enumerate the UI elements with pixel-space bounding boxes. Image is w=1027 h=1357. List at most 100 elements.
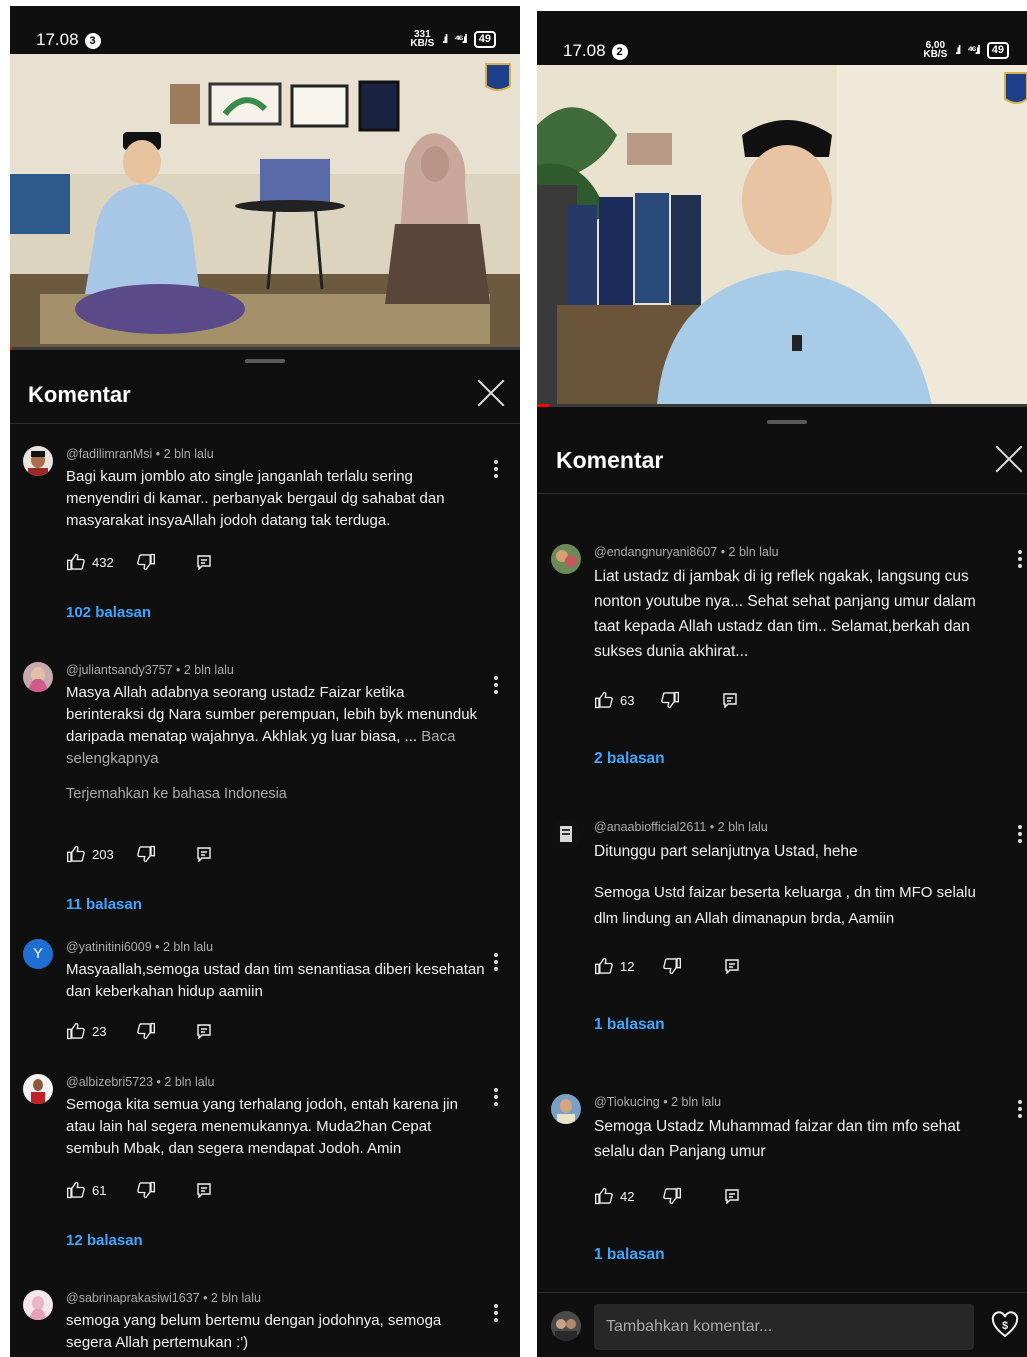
- reply-button[interactable]: [724, 958, 740, 974]
- comment-text-paragraph-2: Semoga Ustd faizar beserta keluarga , dn…: [594, 884, 976, 927]
- close-icon[interactable]: [477, 379, 505, 407]
- comment-author[interactable]: @sabrinaprakasiwi1637: [66, 1291, 200, 1305]
- replies-link[interactable]: 11 balasan: [66, 896, 486, 913]
- dislike-button[interactable]: [136, 844, 156, 864]
- like-icon: [67, 845, 85, 863]
- avatar: [551, 1311, 581, 1341]
- reply-button[interactable]: [722, 692, 738, 708]
- like-count: 432: [92, 554, 114, 570]
- comment-age: 2 bln lalu: [671, 1095, 722, 1109]
- more-vert-icon[interactable]: [1018, 1100, 1022, 1121]
- signal-4g-icon: ⁴⁶.ıl: [454, 32, 468, 46]
- signal-icon: .ıl: [955, 43, 961, 57]
- battery-icon: 49: [986, 41, 1009, 59]
- close-icon[interactable]: [995, 445, 1023, 473]
- replies-link[interactable]: 2 balasan: [594, 750, 999, 768]
- comment-author[interactable]: @fadilimranMsi: [66, 447, 152, 461]
- avatar[interactable]: [23, 1290, 53, 1320]
- like-button[interactable]: 42: [594, 1186, 634, 1206]
- dislike-icon: [663, 957, 682, 975]
- dislike-icon: [663, 1187, 682, 1205]
- comment-author[interactable]: @Tiokucing: [594, 1095, 660, 1109]
- drag-handle[interactable]: [767, 420, 807, 424]
- like-icon: [595, 1187, 613, 1205]
- like-button[interactable]: 203: [66, 844, 114, 864]
- translate-link[interactable]: Terjemahkan ke bahasa Indonesia: [66, 786, 486, 802]
- video-player[interactable]: [537, 65, 1027, 405]
- like-button[interactable]: 23: [66, 1021, 106, 1041]
- like-button[interactable]: 61: [66, 1180, 106, 1200]
- dislike-icon: [661, 691, 680, 709]
- avatar[interactable]: [551, 819, 581, 849]
- dislike-button[interactable]: [660, 690, 680, 710]
- add-comment-input[interactable]: Tambahkan komentar...: [594, 1304, 974, 1350]
- like-button[interactable]: 432: [66, 552, 114, 572]
- more-vert-icon[interactable]: [494, 1088, 498, 1109]
- reply-button[interactable]: [196, 1182, 212, 1198]
- status-time: 17.08: [36, 30, 79, 49]
- dislike-icon: [137, 1022, 156, 1040]
- comment-text: Ditunggu part selanjutnya Ustad, hehe: [594, 843, 858, 860]
- status-bar: 17.08 3 331 KB/S .ıl ⁴⁶.ıl 49: [10, 6, 520, 54]
- reply-button[interactable]: [724, 1188, 740, 1204]
- comment-input-bar: Tambahkan komentar... $: [537, 1292, 1027, 1357]
- avatar[interactable]: Y: [23, 939, 53, 969]
- more-vert-icon[interactable]: [494, 953, 498, 974]
- comment-author[interactable]: @anaabiofficial2611: [594, 820, 706, 834]
- replies-link[interactable]: 12 balasan: [66, 1232, 486, 1249]
- net-speed: 331 KB/S: [410, 29, 435, 49]
- avatar[interactable]: [23, 1074, 53, 1104]
- like-button[interactable]: 12: [594, 956, 634, 976]
- more-vert-icon[interactable]: [1018, 550, 1022, 571]
- reply-icon: [197, 1024, 212, 1039]
- comment-author[interactable]: @juliantsandy3757: [66, 663, 173, 677]
- like-count: 63: [620, 692, 635, 708]
- comment-author[interactable]: @yatinitini6009: [66, 940, 152, 954]
- more-vert-icon[interactable]: [1018, 825, 1022, 846]
- notification-badge: 2: [611, 44, 628, 60]
- video-frame: [537, 65, 1027, 405]
- comment-age: 2 bln lalu: [717, 820, 768, 834]
- dislike-button[interactable]: [136, 552, 156, 572]
- reply-icon: [725, 1189, 740, 1204]
- video-progress-bar[interactable]: [537, 404, 1027, 407]
- more-vert-icon[interactable]: [494, 676, 498, 697]
- comment-text: Masyaallah,semoga ustad dan tim senantia…: [66, 961, 485, 1000]
- avatar[interactable]: [23, 662, 53, 692]
- avatar[interactable]: [551, 1094, 581, 1124]
- signal-4g-icon: ⁴⁶.ıl: [967, 43, 981, 57]
- avatar[interactable]: [23, 446, 53, 476]
- screen-right: 17.08 2 6,00 KB/S .ıl ⁴⁶.ıl 49 Komentar …: [537, 11, 1027, 1357]
- avatar[interactable]: [551, 544, 581, 574]
- like-icon: [595, 957, 613, 975]
- dislike-button[interactable]: [136, 1180, 156, 1200]
- more-vert-icon[interactable]: [494, 1304, 498, 1325]
- like-count: 23: [92, 1023, 107, 1039]
- dislike-button[interactable]: [662, 1186, 682, 1206]
- replies-link[interactable]: 102 balasan: [66, 604, 486, 621]
- dislike-button[interactable]: [136, 1021, 156, 1041]
- notification-badge: 3: [84, 33, 101, 49]
- reply-button[interactable]: [196, 846, 212, 862]
- replies-link[interactable]: 1 balasan: [594, 1016, 999, 1034]
- replies-link[interactable]: 1 balasan: [594, 1246, 999, 1264]
- video-player[interactable]: [10, 54, 520, 349]
- more-vert-icon[interactable]: [494, 460, 498, 481]
- thanks-icon[interactable]: $: [991, 1311, 1019, 1339]
- reply-button[interactable]: [196, 554, 212, 570]
- like-count: 12: [620, 958, 635, 974]
- status-time: 17.08: [563, 41, 606, 60]
- panel-title: Komentar: [556, 447, 664, 473]
- video-progress-bar[interactable]: [10, 347, 520, 350]
- reply-button[interactable]: [196, 1023, 212, 1039]
- dislike-icon: [136, 553, 155, 571]
- reply-icon: [725, 959, 740, 974]
- comment-author[interactable]: @albizebri5723: [66, 1075, 153, 1089]
- svg-text:$: $: [1002, 1320, 1008, 1332]
- dislike-button[interactable]: [662, 956, 682, 976]
- drag-handle[interactable]: [245, 359, 285, 363]
- comment-author[interactable]: @endangnuryani8607: [594, 545, 717, 559]
- like-button[interactable]: 63: [594, 690, 634, 710]
- reply-icon: [197, 555, 211, 570]
- comment-age: 2 bln lalu: [163, 940, 214, 954]
